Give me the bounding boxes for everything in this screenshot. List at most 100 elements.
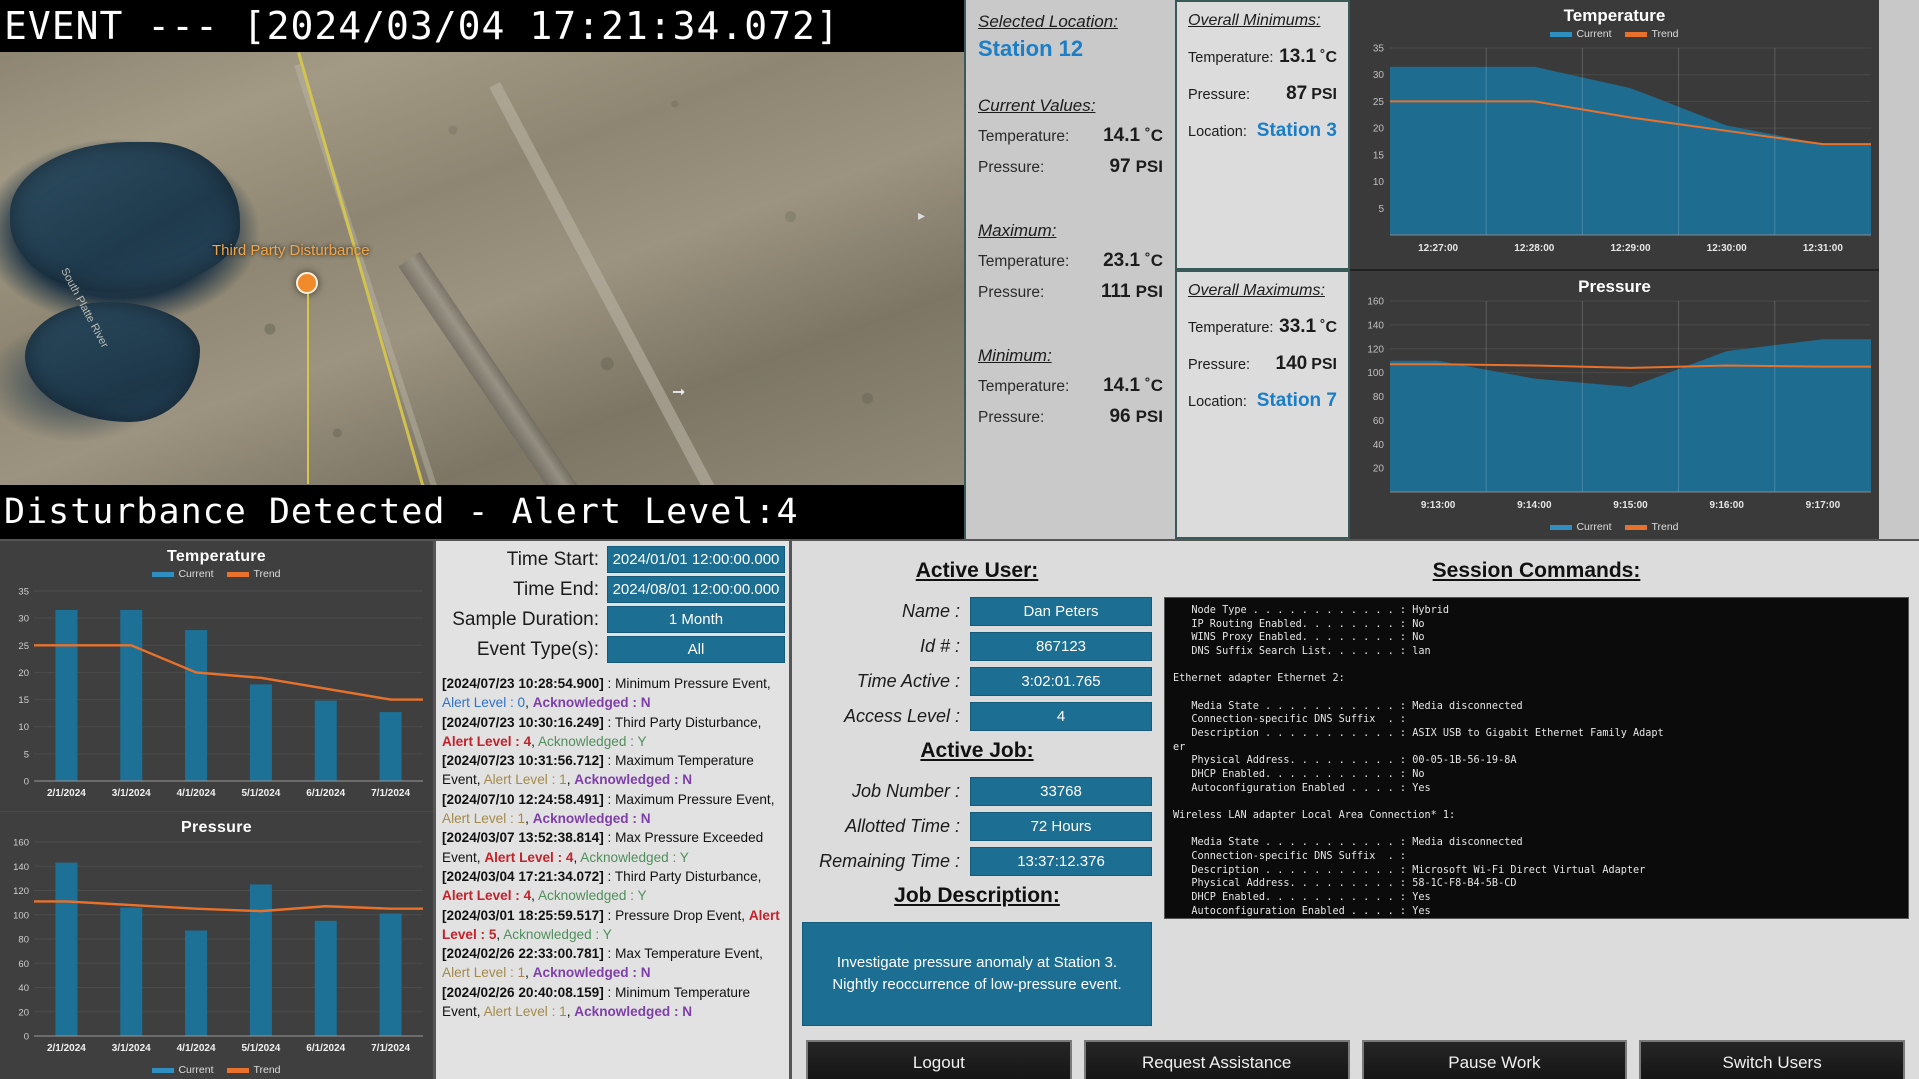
history-temperature-chart[interactable]: Temperature Current Trend 0 5 10 15 20 25 30 35… (0, 541, 433, 811)
filter-event-types-value[interactable]: All (607, 636, 785, 663)
event-log-entry[interactable]: [2024/07/23 10:30:16.249] : Third Party … (442, 713, 783, 752)
svg-text:12:28:00: 12:28:00 (1514, 243, 1554, 254)
selected-station-value[interactable]: Station 12 (978, 36, 1163, 62)
event-list[interactable]: [2024/07/23 10:28:54.900] : Minimum Pres… (436, 670, 789, 1079)
live-pressure-chart[interactable]: Pressure 20 40 60 80 100 120 140 160 9:13:00 9:14… (1350, 268, 1879, 539)
selected-station-stats: Selected Location: Station 12 Current Va… (964, 0, 1175, 539)
alert-banner-bottom: Disturbance Detected - Alert Level:4 (0, 485, 964, 539)
bottom-section: Temperature Current Trend 0 5 10 15 20 25 30 35… (0, 539, 1919, 1079)
event-description: Third Party Disturbance, (614, 868, 762, 884)
bar[interactable] (314, 700, 337, 781)
event-log-entry[interactable]: [2024/03/04 17:21:34.072] : Third Party … (442, 867, 783, 906)
filter-sample-duration-value[interactable]: 1 Month (607, 606, 785, 633)
event-alert-level: Alert Level : 0 (442, 695, 526, 711)
active-user-column: Active User: Name : Dan Peters Id # : 86… (802, 551, 1152, 1026)
minimum-pressure-value: 96 (1109, 406, 1131, 427)
job-remaining-time-value[interactable]: 13:37:12.376 (970, 847, 1152, 876)
event-log-entry[interactable]: [2024/07/23 10:31:56.712] : Maximum Temp… (442, 751, 783, 790)
drone-video-feed[interactable]: South Platte River Third Party Disturban… (0, 52, 964, 485)
request-assistance-button[interactable]: Request Assistance (1083, 1040, 1350, 1079)
action-button-row: Logout Request Assistance Pause Work Swi… (802, 1026, 1909, 1079)
event-log-entry[interactable]: [2024/03/01 18:25:59.517] : Pressure Dro… (442, 906, 783, 945)
user-name-label: Name : (901, 601, 960, 621)
svg-text:80: 80 (18, 934, 29, 945)
bar[interactable] (314, 920, 337, 1036)
maximum-pressure-label: Pressure: (978, 284, 1045, 301)
bar[interactable] (120, 610, 143, 781)
user-access-level-row: Access Level : 4 (802, 702, 1152, 731)
overall-min-location-row: Location: Station 3 (1188, 120, 1337, 142)
svg-text:3/1/2024: 3/1/2024 (112, 1043, 151, 1054)
switch-users-button[interactable]: Switch Users (1639, 1040, 1905, 1079)
svg-text:5/1/2024: 5/1/2024 (241, 1043, 280, 1054)
filter-event-types-label: Event Type(s): (476, 638, 599, 660)
event-timestamp: [2024/03/04 17:21:34.072] (442, 868, 604, 884)
line-trend (34, 899, 423, 912)
event-timestamp: [2024/03/07 13:52:38.814] (442, 830, 604, 846)
svg-text:9:16:00: 9:16:00 (1709, 500, 1744, 511)
area-current (1390, 66, 1871, 235)
minimum-temperature-value: 14.1 (1103, 375, 1141, 396)
livePres-legend: Current Trend (1350, 521, 1879, 533)
overall-min-temperature-unit: ˚C (1320, 49, 1337, 66)
cursor-icon: ➞ (672, 384, 686, 401)
svg-text:30: 30 (1373, 70, 1385, 81)
overall-max-location-value[interactable]: Station 7 (1257, 390, 1337, 412)
video-panel[interactable]: EVENT --- [2024/03/04 17:21:34.072] Sout… (0, 0, 964, 539)
event-log-entry[interactable]: [2024/07/23 10:28:54.900] : Minimum Pres… (442, 674, 783, 713)
job-allotted-time-value[interactable]: 72 Hours (970, 812, 1152, 841)
bar[interactable] (55, 610, 78, 781)
event-timestamp: [2024/07/23 10:30:16.249] (442, 714, 604, 730)
bar[interactable] (379, 913, 402, 1036)
logout-button[interactable]: Logout (806, 1040, 1072, 1079)
event-log-entry[interactable]: [2024/02/26 20:40:08.159] : Minimum Temp… (442, 983, 783, 1022)
filter-sample-duration: Sample Duration: 1 Month (440, 606, 785, 633)
overall-min-location-value[interactable]: Station 3 (1257, 120, 1337, 142)
user-access-level-value[interactable]: 4 (970, 702, 1152, 731)
event-alert-level: Alert Level : 4 (442, 733, 532, 749)
pointer-icon: ▸ (918, 207, 926, 223)
job-number-value[interactable]: 33768 (970, 777, 1152, 806)
svg-text:60: 60 (18, 958, 29, 969)
bar[interactable] (379, 712, 402, 781)
current-temperature-unit: ˚C (1145, 126, 1163, 145)
event-log-entry[interactable]: [2024/02/26 22:33:00.781] : Max Temperat… (442, 944, 783, 983)
disturbance-marker-icon[interactable] (296, 272, 318, 484)
filter-sample-duration-label: Sample Duration: (452, 608, 599, 630)
bar[interactable] (185, 930, 208, 1036)
overall-min-pressure-label: Pressure: (1188, 87, 1251, 103)
history-pressure-chart[interactable]: Pressure 0 20 40 60 80 100 120 140 160 2/1/2024 3/… (0, 810, 433, 1079)
user-name-value[interactable]: Dan Peters (970, 597, 1152, 626)
job-allotted-time-label: Allotted Time : (845, 816, 960, 836)
bar[interactable] (120, 906, 143, 1036)
event-log-entry[interactable]: [2024/03/07 13:52:38.814] : Max Pressure… (442, 828, 783, 867)
svg-text:6/1/2024: 6/1/2024 (306, 1043, 345, 1054)
live-temperature-chart[interactable]: Temperature Current Trend 5 10 15 20 25 30 35 1… (1350, 0, 1879, 269)
pause-work-button[interactable]: Pause Work (1361, 1040, 1628, 1079)
selected-location-header: Selected Location: (978, 12, 1118, 31)
filter-time-end-label: Time End: (513, 578, 599, 600)
bar[interactable] (55, 862, 78, 1036)
job-description-box[interactable]: Investigate pressure anomaly at Station … (802, 922, 1152, 1026)
maximum-temperature-row: Temperature: 23.1 ˚C (978, 250, 1163, 272)
minimum-temperature-unit: ˚C (1145, 376, 1163, 395)
overall-max-temperature-label: Temperature: (1188, 319, 1274, 336)
user-id-value[interactable]: 867123 (970, 632, 1152, 661)
bar[interactable] (249, 684, 272, 781)
session-terminal-output[interactable]: Node Type . . . . . . . . . . . . : Hybr… (1164, 597, 1909, 919)
event-alert-level: Alert Level : 4 (442, 888, 532, 904)
filter-time-end-value[interactable]: 2024/08/01 12:00:00.000 (607, 576, 785, 603)
svg-text:80: 80 (1373, 392, 1385, 403)
svg-text:6/1/2024: 6/1/2024 (306, 788, 345, 799)
svg-text:10: 10 (1373, 177, 1385, 188)
svg-text:9:17:00: 9:17:00 (1806, 500, 1841, 511)
active-user-header: Active User: (915, 559, 1039, 582)
filter-time-start-value[interactable]: 2024/01/01 12:00:00.000 (607, 546, 785, 573)
bar[interactable] (185, 630, 208, 781)
svg-text:140: 140 (13, 861, 29, 872)
bar[interactable] (249, 883, 272, 1036)
user-time-active-value[interactable]: 3:02:01.765 (970, 667, 1152, 696)
current-temperature-row: Temperature: 14.1 ˚C (978, 125, 1163, 147)
minimum-temperature-row: Temperature: 14.1 ˚C (978, 375, 1163, 397)
event-log-entry[interactable]: [2024/07/10 12:24:58.491] : Maximum Pres… (442, 790, 783, 829)
